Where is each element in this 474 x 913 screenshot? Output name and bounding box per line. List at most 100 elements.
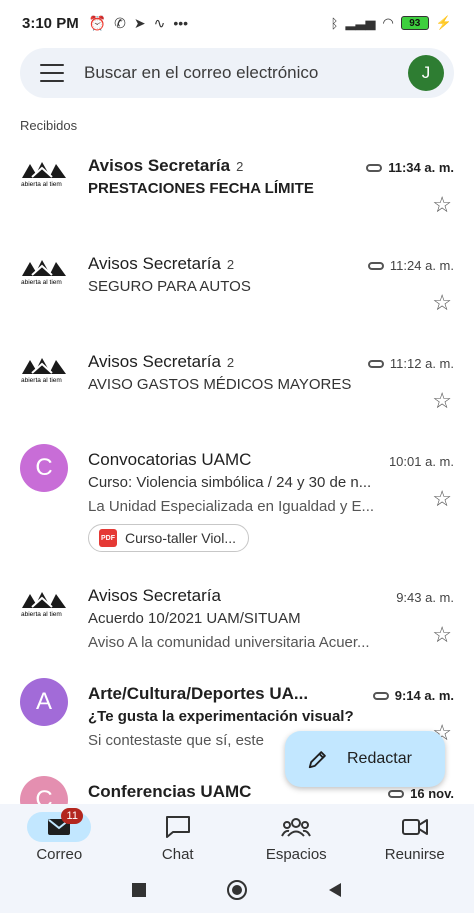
- more-icon: •••: [173, 15, 189, 31]
- email-subject: Curso: Violencia simbólica / 24 y 30 de …: [88, 474, 372, 491]
- email-time: 11:12 a. m.: [367, 356, 454, 371]
- telegram-icon: ➤: [133, 14, 146, 31]
- bluetooth-icon: ᛒ: [330, 15, 339, 31]
- sender-label: Conferencias UAMC: [88, 782, 252, 801]
- bottom-navigation: 11 Correo Chat Espacios Reunirse: [0, 804, 474, 866]
- system-navigation: [0, 866, 474, 913]
- nav-label: Correo: [36, 846, 83, 863]
- time-label: 11:24 a. m.: [389, 258, 454, 273]
- alarm-icon: ⏰: [88, 14, 107, 31]
- charging-icon: ⚡: [435, 15, 452, 30]
- pdf-icon: PDF: [99, 529, 117, 547]
- nav-label: Chat: [161, 846, 194, 863]
- thread-count: 2: [226, 257, 235, 272]
- time-label: 9:43 a. m.: [396, 590, 454, 605]
- status-right-icons: ᛒ ▂▃▅ ◠ 93 ⚡: [331, 15, 452, 31]
- sender-label: Convocatorias UAMC: [88, 450, 252, 469]
- recents-icon: [132, 882, 146, 897]
- email-row[interactable]: abierta al tiem Avisos Secretaría 9:43 a. …: [0, 578, 474, 674]
- sender-avatar: C: [20, 444, 68, 492]
- sender-name: Arte/Cultura/Deportes UA...: [88, 684, 308, 704]
- folder-label: Recibidos: [20, 118, 78, 133]
- star-icon[interactable]: ☆: [432, 192, 452, 218]
- sender-name: Avisos Secretaría: [88, 586, 221, 606]
- time-label: 11:12 a. m.: [389, 356, 454, 371]
- battery-level: 93: [409, 17, 421, 29]
- nav-item-reunirse[interactable]: Reunirse: [356, 804, 474, 866]
- sender-logo: abierta al tiem: [21, 162, 66, 188]
- sender-name: Avisos Secretaría 2: [88, 156, 243, 176]
- recents-button[interactable]: [124, 875, 154, 905]
- email-subject: AVISO GASTOS MÉDICOS MAYORES: [88, 376, 352, 393]
- time-label: 16 nov.: [410, 786, 454, 801]
- home-button[interactable]: [222, 875, 252, 905]
- star-icon[interactable]: ☆: [432, 622, 452, 648]
- email-subject: SEGURO PARA AUTOS: [88, 278, 251, 295]
- logo-text: abierta al tiem: [21, 181, 62, 188]
- sender-avatar: A: [20, 678, 68, 726]
- attachment-icon: [388, 789, 405, 798]
- nav-label: Reunirse: [384, 846, 445, 863]
- email-subject: PRESTACIONES FECHA LÍMITE: [88, 180, 314, 197]
- logo-text: abierta al tiem: [21, 611, 62, 618]
- search-bar[interactable]: Buscar en el correo electrónico J: [20, 48, 454, 98]
- attachment-icon: [367, 359, 384, 368]
- activity-icon: ∿: [153, 14, 166, 31]
- email-time: 16 nov.: [388, 786, 454, 801]
- attachment-icon: [367, 261, 384, 270]
- email-subject: Acuerdo 10/2021 UAM/SITUAM: [88, 610, 301, 627]
- attachment-name: Curso-taller Viol...: [125, 530, 237, 546]
- nav-item-chat[interactable]: Chat: [119, 804, 238, 866]
- pencil-icon: [308, 751, 326, 769]
- account-avatar[interactable]: J: [408, 55, 444, 91]
- attachment-icon: [372, 691, 389, 700]
- compose-button[interactable]: Redactar: [285, 731, 445, 787]
- sender-label: Avisos Secretaría: [88, 586, 221, 605]
- sender-name: Conferencias UAMC: [88, 782, 251, 802]
- thread-count: 2: [236, 159, 244, 174]
- logo-text: abierta al tiem: [21, 279, 62, 286]
- time-label: 11:34 a. m.: [388, 160, 454, 175]
- video-icon: [401, 819, 428, 835]
- nav-item-correo[interactable]: 11 Correo: [0, 804, 119, 866]
- back-icon: [329, 882, 341, 897]
- nav-label: Espacios: [265, 846, 327, 863]
- nav-item-espacios[interactable]: Espacios: [237, 804, 356, 866]
- sender-name: Avisos Secretaría 2: [88, 254, 234, 274]
- attachment-icon: [366, 163, 383, 172]
- email-row[interactable]: C Convocatorias UAMC 10:01 a. m. Curso: Vio…: [0, 442, 474, 552]
- sender-label: Avisos Secretaría: [88, 156, 231, 175]
- email-time: 9:14 a. m.: [372, 688, 454, 703]
- spaces-icon: [281, 818, 312, 837]
- home-icon: [227, 879, 247, 900]
- signal-icon: ▂▃▅: [345, 15, 376, 30]
- sender-label: Avisos Secretaría: [88, 352, 221, 371]
- email-time: 11:24 a. m.: [367, 258, 454, 273]
- star-icon[interactable]: ☆: [432, 388, 452, 414]
- email-row[interactable]: abierta al tiem Avisos Secretaría 2 11:12 a…: [0, 344, 474, 440]
- wifi-icon: ◠: [382, 15, 394, 30]
- time-label: 10:01 a. m.: [388, 454, 454, 469]
- email-time: 10:01 a. m.: [389, 454, 454, 469]
- sender-logo: abierta al tiem: [21, 358, 66, 384]
- star-icon[interactable]: ☆: [432, 290, 452, 316]
- status-time: 3:10 PM: [22, 14, 79, 32]
- attachment-chip[interactable]: PDF Curso-taller Viol...: [88, 524, 250, 552]
- sender-name: Avisos Secretaría 2: [88, 352, 234, 372]
- status-left-icons: ⏰ ✆ ➤ ∿ •••: [89, 15, 188, 32]
- thread-count: 2: [226, 355, 235, 370]
- search-input[interactable]: Buscar en el correo electrónico: [84, 63, 408, 83]
- sender-logo: abierta al tiem: [21, 592, 66, 618]
- battery-icon: 93: [400, 16, 429, 30]
- email-snippet: La Unidad Especializada en Igualdad y E.…: [88, 498, 375, 515]
- logo-text: abierta al tiem: [21, 377, 62, 384]
- sender-name: Convocatorias UAMC: [88, 450, 251, 470]
- hamburger-menu-icon[interactable]: [40, 64, 64, 82]
- email-row[interactable]: abierta al tiem Avisos Secretaría 2 11:24 a…: [0, 246, 474, 342]
- time-label: 9:14 a. m.: [394, 688, 454, 703]
- star-icon[interactable]: ☆: [432, 486, 452, 512]
- back-button[interactable]: [320, 875, 350, 905]
- email-subject: ¿Te gusta la experimentación visual?: [88, 708, 354, 725]
- email-row[interactable]: abierta al tiem Avisos Secretaría 2 11:34 a…: [0, 148, 474, 244]
- chat-icon: [165, 816, 190, 838]
